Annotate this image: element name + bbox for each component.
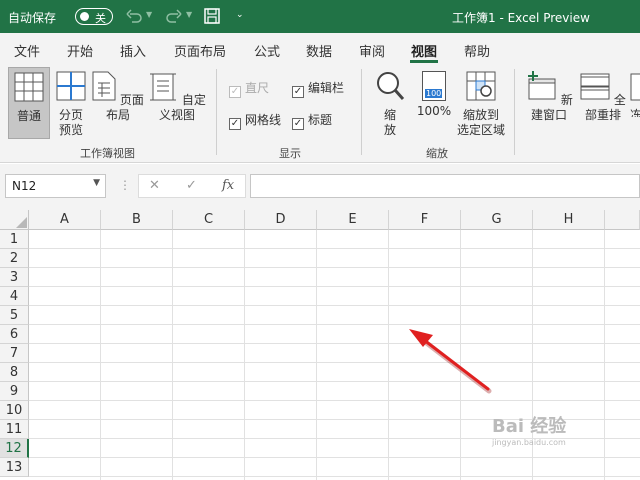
watermark-brand: Bai 经验 [492,416,567,437]
baidu-watermark: Bai 经验 jingyan.baidu.com [492,412,566,447]
watermark-url: jingyan.baidu.com [492,438,566,447]
annotation-arrow [409,329,492,394]
